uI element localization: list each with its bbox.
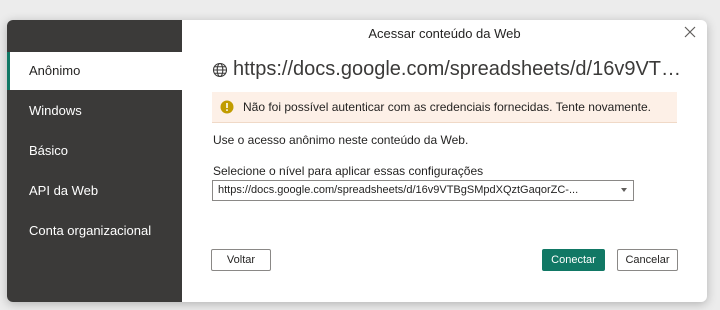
level-label: Selecione o nível para aplicar essas con… [213, 164, 484, 178]
url-row: https://docs.google.com/spreadsheets/d/1… [212, 58, 683, 81]
sidebar-item-label: Conta organizacional [29, 223, 152, 238]
description-text: Use o acesso anônimo neste conteúdo da W… [213, 133, 469, 147]
cancel-button[interactable]: Cancelar [617, 249, 678, 271]
dialog: Anônimo Windows Básico API da Web Conta … [7, 20, 707, 302]
level-select-value: https://docs.google.com/spreadsheets/d/1… [218, 184, 579, 196]
dialog-title: Acessar conteúdo da Web [368, 26, 521, 41]
auth-sidebar: Anônimo Windows Básico API da Web Conta … [7, 20, 182, 302]
url-text: https://docs.google.com/spreadsheets/d/1… [233, 58, 683, 80]
warning-icon [220, 100, 234, 114]
sidebar-item-basico[interactable]: Básico [7, 132, 182, 170]
globe-icon [212, 62, 228, 77]
sidebar-item-conta-organizacional[interactable]: Conta organizacional [7, 212, 182, 250]
sidebar-item-anonimo[interactable]: Anônimo [7, 52, 182, 90]
sidebar-item-label: Básico [29, 143, 69, 158]
warning-banner: Não foi possível autenticar com as crede… [212, 92, 677, 123]
close-icon [684, 26, 696, 38]
connect-button[interactable]: Conectar [542, 249, 605, 271]
sidebar-item-label: API da Web [29, 183, 99, 198]
sidebar-item-label: Anônimo [29, 63, 81, 78]
chevron-down-icon [621, 188, 627, 192]
close-button[interactable] [682, 24, 698, 40]
sidebar-item-label: Windows [29, 103, 82, 118]
sidebar-item-windows[interactable]: Windows [7, 92, 182, 130]
level-select[interactable]: https://docs.google.com/spreadsheets/d/1… [212, 180, 634, 201]
sidebar-item-api-web[interactable]: API da Web [7, 172, 182, 210]
back-button[interactable]: Voltar [211, 249, 271, 271]
warning-text: Não foi possível autenticar com as crede… [243, 100, 651, 114]
